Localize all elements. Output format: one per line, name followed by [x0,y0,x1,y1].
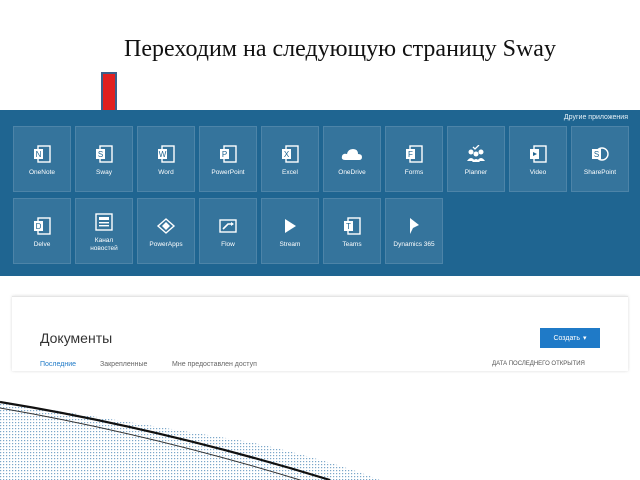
onedrive-icon [341,149,362,160]
svg-text:P: P [222,150,227,159]
app-tile-label: PowerApps [149,241,183,248]
documents-heading: Документы [40,330,113,346]
app-tile-label: Excel [282,169,298,176]
app-tile-label: OneNote [28,169,56,176]
video-icon [530,145,547,163]
app-tile-excel[interactable]: X Excel [261,126,319,192]
svg-text:N: N [36,150,42,159]
app-tile-sharepoint[interactable]: S SharePoint [571,126,629,192]
teams-icon: T [344,217,361,235]
svg-text:S: S [594,150,599,159]
tab-shared-with-me[interactable]: Мне предоставлен доступ [172,361,257,368]
tab-recent[interactable]: Последние [40,361,76,368]
forms-icon: F [406,145,423,163]
app-tile-forms[interactable]: F Forms [385,126,443,192]
app-tile-label: Dynamics 365 [393,241,435,248]
planner-icon [467,145,485,162]
documents-panel: Документы Создать ▾ Последние Закрепленн… [12,296,628,371]
svg-text:W: W [159,150,167,159]
app-tile-label: Teams [342,241,362,248]
delve-icon: D [34,217,51,235]
stream-icon [285,219,296,233]
app-tile-label: Delve [33,241,51,248]
create-button-label: Создать [553,334,581,342]
app-tile-video[interactable]: Video [509,126,567,192]
dynamics-icon [410,218,419,234]
app-tile-powerapps[interactable]: PowerApps [137,198,195,264]
app-tile-label: Video [529,169,547,176]
tab-pinned[interactable]: Закрепленные [100,361,147,368]
app-tile-flow[interactable]: Flow [199,198,257,264]
app-tile-label: Planner [464,169,488,176]
onenote-icon: N [34,145,51,163]
flow-icon [219,219,237,233]
create-button[interactable]: Создать ▾ [540,328,600,348]
svg-text:F: F [408,150,413,159]
word-icon: W [158,145,175,163]
app-tile-powerpoint[interactable]: P PowerPoint [199,126,257,192]
app-tile-stream[interactable]: Stream [261,198,319,264]
app-tile-dynamics[interactable]: Dynamics 365 [385,198,443,264]
svg-text:D: D [36,222,42,231]
sort-by-last-opened[interactable]: ДАТА ПОСЛЕДНЕГО ОТКРЫТИЯ [492,361,585,367]
app-tile-onedrive[interactable]: OneDrive [323,126,381,192]
newsfeed-icon [95,213,113,231]
svg-text:T: T [346,222,351,231]
app-tile-sway[interactable]: S Sway [75,126,133,192]
chevron-down-icon: ▾ [583,335,587,342]
app-tile-label: Word [158,169,174,176]
app-tile-onenote[interactable]: N OneNote [13,126,71,192]
app-tile-newsfeed[interactable]: Канал новостей [75,198,133,264]
app-tile-label: Sway [96,169,112,176]
app-tile-delve[interactable]: D Delve [13,198,71,264]
app-tile-label: SharePoint [583,169,617,176]
powerapps-icon [156,218,176,234]
excel-icon: X [282,145,299,163]
slide-title: Переходим на следующую страницу Sway [124,36,556,62]
app-tile-word[interactable]: W Word [137,126,195,192]
app-tile-label: Канал новостей [90,237,118,252]
svg-text:S: S [98,150,103,159]
app-launcher-panel: Другие приложения N OneNote S Sway W Wor… [0,110,640,276]
app-tile-label: Stream [279,241,301,248]
app-tile-planner[interactable]: Planner [447,126,505,192]
app-tile-label: PowerPoint [211,169,245,176]
app-tile-label: Flow [221,241,235,248]
powerpoint-icon: P [220,145,237,163]
app-tile-label: OneDrive [338,169,366,176]
sway-icon: S [96,145,113,163]
app-tile-label: Forms [404,169,424,176]
svg-text:X: X [284,150,290,159]
sharepoint-icon: S [592,147,609,161]
app-tile-teams[interactable]: T Teams [323,198,381,264]
more-apps-link[interactable]: Другие приложения [564,114,628,121]
decorative-swoosh [0,400,380,480]
